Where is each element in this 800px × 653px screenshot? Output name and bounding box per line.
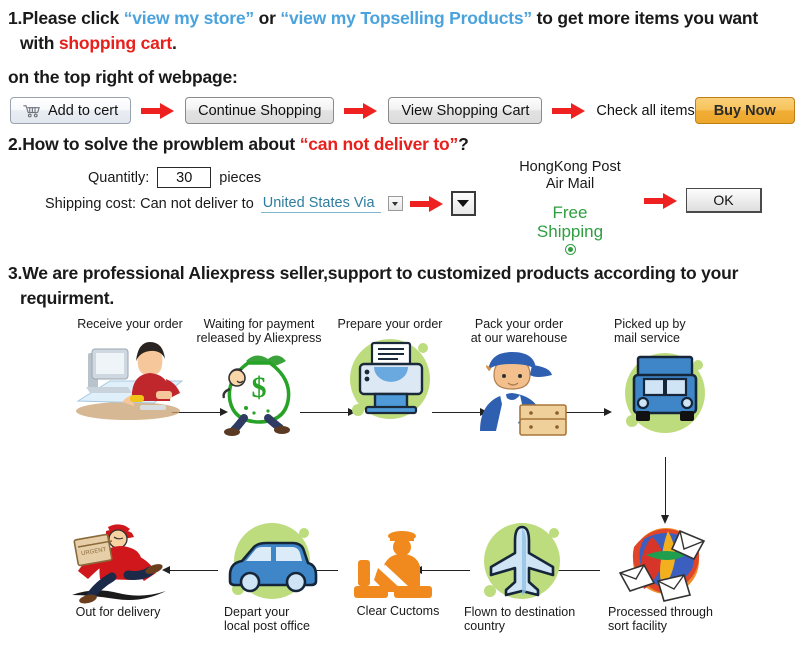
airplane-icon: [460, 519, 584, 605]
section-3-heading: 3.We are professional Aliexpress seller,…: [8, 261, 792, 311]
section-2-heading-post: ?: [458, 134, 469, 154]
customs-officer-icon: [340, 522, 456, 604]
flow-step-depart-local-post-office: Depart your local post office: [212, 519, 332, 633]
free-shipping-line2: Shipping: [536, 222, 604, 241]
carrier-option[interactable]: HongKong Post Air Mail Free Shipping: [505, 159, 635, 255]
flow-step-label-8: Depart your local post office: [224, 605, 310, 633]
carrier-name-line2: Air Mail: [545, 176, 595, 192]
section-1-store-links: 1.Please click “view my store” or “view …: [0, 0, 800, 124]
red-arrow-icon-2: [344, 101, 378, 121]
person-at-computer-icon: [70, 331, 190, 423]
free-shipping-radio[interactable]: [564, 244, 576, 255]
flow-step-picked-up-by-mail-service: Picked up by mail service: [610, 317, 720, 437]
radio-dot-icon: [567, 247, 573, 252]
headline-text-post: to get more items you want: [531, 8, 759, 28]
chevron-down-icon-large: [457, 200, 470, 207]
headline-text-mid: or: [253, 8, 281, 28]
flow-step-waiting-for-payment: Waiting for payment released by Aliexpre…: [196, 317, 322, 437]
flow-step-clear-customs: Clear Cuctoms: [340, 522, 456, 618]
flow-step-label-5: Processed through sort facility: [608, 605, 713, 633]
flow-step-label-3: Pack your order at our warehouse: [470, 317, 568, 345]
money-bag-icon: $: [196, 345, 322, 437]
connector-5: [665, 457, 666, 519]
flow-step-label-6: Flown to destination country: [464, 605, 576, 633]
country-select-value[interactable]: United States Via: [260, 195, 381, 213]
shipping-cost-row: Shipping cost: Can not deliver to United…: [45, 191, 476, 216]
section-1-button-flow: Add to cert Continue Shopping View Shopp…: [8, 97, 795, 124]
ok-action-group: OK: [644, 188, 762, 213]
quantity-row: Quantitly: 30 pieces: [88, 167, 261, 188]
flow-step-label-1: Waiting for payment released by Aliexpre…: [196, 317, 322, 345]
pieces-label: pieces: [219, 169, 262, 186]
flow-step-label-9: Out for delivery: [75, 605, 161, 619]
flow-step-out-for-delivery: URGENT Out for delivery: [58, 517, 178, 619]
check-all-items-label: Check all items: [596, 102, 695, 119]
shopping-cart-emphasis: shopping cart: [58, 33, 172, 53]
add-to-cart-button[interactable]: Add to cert: [10, 97, 132, 124]
section-1-subline: on the top right of webpage:: [8, 67, 238, 87]
flow-step-label-4: Picked up by mail service: [614, 317, 686, 345]
quantity-label: Quantitly:: [88, 169, 150, 186]
view-my-store-link[interactable]: “view my store”: [124, 8, 254, 28]
flow-step-flown-to-destination-country: Flown to destination country: [460, 519, 584, 633]
flow-step-processed-through-sort-facility: Processed through sort facility: [606, 517, 726, 633]
country-dropdown-large-toggle[interactable]: [450, 191, 476, 216]
red-arrow-icon-4: [409, 194, 444, 214]
section-2-heading-pre: 2.How to solve the prowblem about: [8, 134, 300, 154]
flow-step-pack-your-order: Pack your order at our warehouse: [458, 317, 580, 437]
country-dropdown-small-toggle[interactable]: [387, 196, 403, 211]
section-3-fulfillment: 3.We are professional Aliexpress seller,…: [0, 249, 800, 633]
free-shipping-line1: Free: [552, 203, 588, 222]
warehouse-worker-icon: [458, 345, 580, 437]
red-arrow-icon-1: [141, 101, 175, 121]
buy-now-button[interactable]: Buy Now: [694, 97, 795, 124]
shipping-cost-label: Shipping cost: Can not deliver to: [45, 195, 254, 212]
free-shipping-label: Free Shipping: [505, 203, 635, 241]
mail-truck-icon: [610, 345, 720, 437]
add-to-cart-label: Add to cert: [48, 102, 119, 119]
continue-shopping-label: Continue Shopping: [198, 102, 322, 119]
section-2-heading: 2.How to solve the prowblem about “can n…: [8, 134, 792, 155]
view-shopping-cart-button[interactable]: View Shopping Cart: [388, 97, 543, 124]
quantity-input[interactable]: 30: [157, 167, 212, 188]
section-2-delivery-problem: 2.How to solve the prowblem about “can n…: [0, 124, 800, 255]
shipping-form: Quantitly: 30 pieces Shipping cost: Can …: [8, 159, 792, 255]
headline-line2-post: .: [171, 33, 177, 53]
continue-shopping-button[interactable]: Continue Shopping: [185, 97, 335, 124]
red-arrow-icon-5: [644, 191, 678, 211]
flow-step-prepare-your-order: Prepare your order: [330, 317, 450, 423]
running-courier-icon: URGENT: [58, 517, 178, 605]
red-arrow-icon-3: [552, 101, 586, 121]
section-3-heading-line1: 3.We are professional Aliexpress seller,…: [8, 263, 739, 283]
cannot-deliver-emphasis: “can not deliver to”: [299, 134, 459, 154]
section-1-headline: 1.Please click “view my store” or “view …: [8, 6, 792, 56]
carrier-name-line1: HongKong Post: [519, 159, 621, 175]
fulfillment-flowchart: Receive your order Waiting for payment r…: [0, 317, 800, 633]
headline-text-pre: 1.Please click: [8, 8, 124, 28]
flow-step-label-2: Prepare your order: [337, 317, 443, 331]
svg-text:$: $: [252, 371, 267, 404]
shopping-cart-icon: [23, 104, 41, 118]
view-my-topselling-products-link[interactable]: “view my Topselling Products”: [280, 8, 532, 28]
chevron-down-icon-small: [392, 201, 399, 206]
printer-icon: [330, 331, 450, 423]
view-shopping-cart-label: View Shopping Cart: [401, 102, 530, 119]
ok-button[interactable]: OK: [686, 188, 762, 213]
buy-now-label: Buy Now: [713, 102, 776, 119]
delivery-van-icon: [212, 519, 332, 605]
flow-step-receive-your-order: Receive your order: [70, 317, 190, 423]
flow-step-label-0: Receive your order: [77, 317, 183, 331]
headline-line2-pre: with: [20, 33, 59, 53]
mail-sorting-globe-icon: [606, 517, 726, 605]
section-3-heading-line2: requirment.: [20, 288, 115, 308]
flow-step-label-7: Clear Cuctoms: [356, 604, 440, 618]
